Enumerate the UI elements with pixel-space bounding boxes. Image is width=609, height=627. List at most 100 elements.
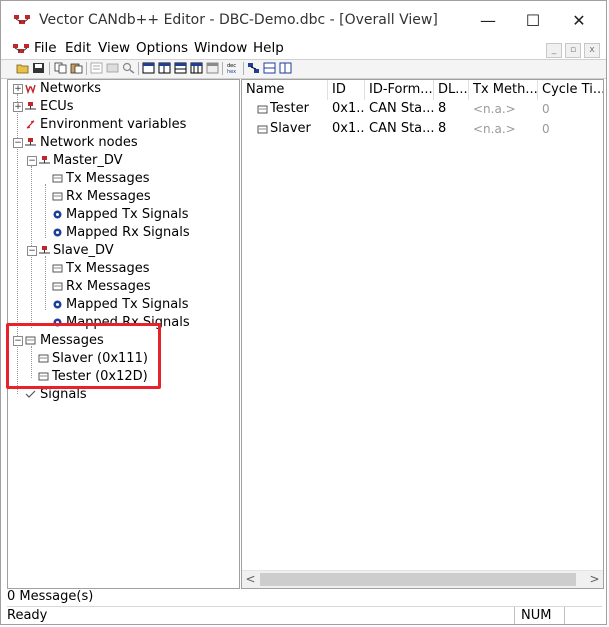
- column-header-id[interactable]: ID: [328, 80, 365, 100]
- tree-label: Networks: [40, 81, 102, 96]
- tree-label: Mapped Tx Signals: [66, 207, 189, 222]
- cell-id: 0x1...: [332, 121, 365, 136]
- tree-item-network-nodes[interactable]: − Network nodes: [8, 134, 233, 152]
- env-variable-icon: [26, 120, 35, 129]
- cell-dlc: 8: [438, 121, 447, 136]
- scroll-left-button[interactable]: <: [242, 571, 259, 588]
- cell-dlc: 8: [438, 101, 447, 116]
- collapse-toggle[interactable]: −: [27, 156, 37, 166]
- window-title: Vector CANdb++ Editor - DBC-Demo.dbc - […: [39, 12, 438, 28]
- layout3-icon[interactable]: [279, 62, 292, 74]
- paste-icon[interactable]: [70, 62, 83, 74]
- highlight-annotation: [6, 323, 161, 389]
- tree-item-slave-tx-messages[interactable]: Tx Messages: [8, 260, 233, 278]
- message-count-bar: 0 Message(s): [7, 589, 602, 605]
- search-icon[interactable]: [122, 62, 135, 74]
- horizontal-scrollbar[interactable]: < >: [242, 570, 603, 588]
- message-icon: [52, 264, 63, 273]
- message-icon: [52, 192, 63, 201]
- tree-item-master-tx-messages[interactable]: Tx Messages: [8, 170, 233, 188]
- view5-icon[interactable]: [206, 62, 219, 74]
- app-window: Vector CANdb++ Editor - DBC-Demo.dbc - […: [0, 0, 607, 625]
- expand-toggle[interactable]: +: [13, 84, 23, 94]
- mdi-minimize-button[interactable]: _: [546, 43, 562, 58]
- tree-label: Tx Messages: [66, 261, 150, 276]
- tree-item-networks[interactable]: + Networks: [8, 80, 233, 98]
- tree-item-ecus[interactable]: + ECUs: [8, 98, 233, 116]
- cut-icon[interactable]: [106, 62, 119, 74]
- svg-text:hex: hex: [227, 69, 236, 74]
- scroll-thumb[interactable]: [260, 573, 576, 586]
- tree-label: Rx Messages: [66, 279, 151, 294]
- tree-item-master-rx-messages[interactable]: Rx Messages: [8, 188, 233, 206]
- tree-item-slave-mapped-tx-signals[interactable]: Mapped Tx Signals: [8, 296, 233, 314]
- collapse-toggle[interactable]: −: [13, 138, 23, 148]
- tree-item-master-mapped-rx-signals[interactable]: Mapped Rx Signals: [8, 224, 233, 242]
- mdi-restore-button[interactable]: ▫: [565, 43, 581, 58]
- network-node-icon: [39, 246, 50, 254]
- view2-icon[interactable]: [158, 62, 171, 74]
- close-button[interactable]: ✕: [559, 9, 599, 33]
- tree-label: Slave_DV: [53, 243, 114, 258]
- copy-icon[interactable]: [54, 62, 67, 74]
- tree-item-slave-rx-messages[interactable]: Rx Messages: [8, 278, 233, 296]
- layout2-icon[interactable]: [263, 62, 276, 74]
- view1-icon[interactable]: [142, 62, 155, 74]
- column-header-name[interactable]: Name: [242, 80, 328, 100]
- menu-edit[interactable]: Edit: [65, 40, 91, 56]
- tree-label: Tx Messages: [66, 171, 150, 186]
- save-icon[interactable]: [32, 62, 45, 74]
- cell-cycle-time: 0: [542, 122, 550, 136]
- menu-options[interactable]: Options: [136, 40, 188, 56]
- menu-bar: File Edit View Options Window Help _ ▫ x: [1, 39, 606, 59]
- message-list-pane[interactable]: Name ID ID-Form... DL... Tx Meth... Cycl…: [241, 79, 604, 589]
- cell-id-format: CAN Sta...: [369, 121, 434, 136]
- status-bar: Ready NUM: [7, 606, 602, 624]
- properties-icon[interactable]: [90, 62, 103, 74]
- mdi-close-button[interactable]: x: [584, 43, 600, 58]
- collapse-toggle[interactable]: −: [27, 246, 37, 256]
- menu-window[interactable]: Window: [194, 40, 247, 56]
- layout1-icon[interactable]: [247, 62, 260, 74]
- toolbar: dec hex: [1, 59, 606, 79]
- expand-toggle[interactable]: +: [13, 102, 23, 112]
- menu-file[interactable]: File: [34, 40, 57, 56]
- mapped-signal-icon: [53, 300, 62, 309]
- message-icon: [52, 282, 63, 291]
- maximize-button[interactable]: ☐: [513, 9, 553, 33]
- tree-label: Mapped Rx Signals: [66, 225, 190, 240]
- network-node-icon: [25, 138, 36, 146]
- status-empty-cell: [564, 607, 603, 624]
- tree-label: Mapped Tx Signals: [66, 297, 189, 312]
- cell-id-format: CAN Sta...: [369, 101, 434, 116]
- tree-item-master-dv[interactable]: − Master_DV: [8, 152, 233, 170]
- candb-app-icon: [14, 15, 30, 24]
- tree-label: Master_DV: [53, 153, 123, 168]
- column-header-tx-method[interactable]: Tx Meth...: [469, 80, 538, 100]
- tree-item-environment-variables[interactable]: Environment variables: [8, 116, 233, 134]
- message-icon: [52, 174, 63, 183]
- menu-help[interactable]: Help: [253, 40, 284, 56]
- column-header-dlc[interactable]: DL...: [434, 80, 469, 100]
- view3-icon[interactable]: [174, 62, 187, 74]
- dec-hex-icon[interactable]: dechex: [226, 62, 240, 74]
- column-header-id-format[interactable]: ID-Form...: [365, 80, 434, 100]
- cell-id: 0x1...: [332, 101, 365, 116]
- open-icon[interactable]: [16, 62, 29, 74]
- menu-view[interactable]: View: [98, 40, 130, 56]
- scroll-right-button[interactable]: >: [586, 571, 603, 588]
- title-bar[interactable]: Vector CANdb++ Editor - DBC-Demo.dbc - […: [1, 1, 606, 39]
- tree-label: ECUs: [40, 99, 74, 114]
- tree-item-master-mapped-tx-signals[interactable]: Mapped Tx Signals: [8, 206, 233, 224]
- network-icon: [25, 84, 36, 94]
- document-icon[interactable]: [12, 42, 30, 56]
- tree-label: Network nodes: [40, 135, 138, 150]
- network-node-icon: [39, 156, 50, 164]
- num-lock-indicator: NUM: [514, 607, 566, 624]
- tree-label: Environment variables: [40, 117, 187, 132]
- view4-icon[interactable]: [190, 62, 203, 74]
- cell-name: Slaver: [270, 121, 311, 136]
- column-header-cycle-time[interactable]: Cycle Ti...: [538, 80, 603, 100]
- tree-item-slave-dv[interactable]: − Slave_DV: [8, 242, 233, 260]
- minimize-button[interactable]: —: [468, 9, 508, 33]
